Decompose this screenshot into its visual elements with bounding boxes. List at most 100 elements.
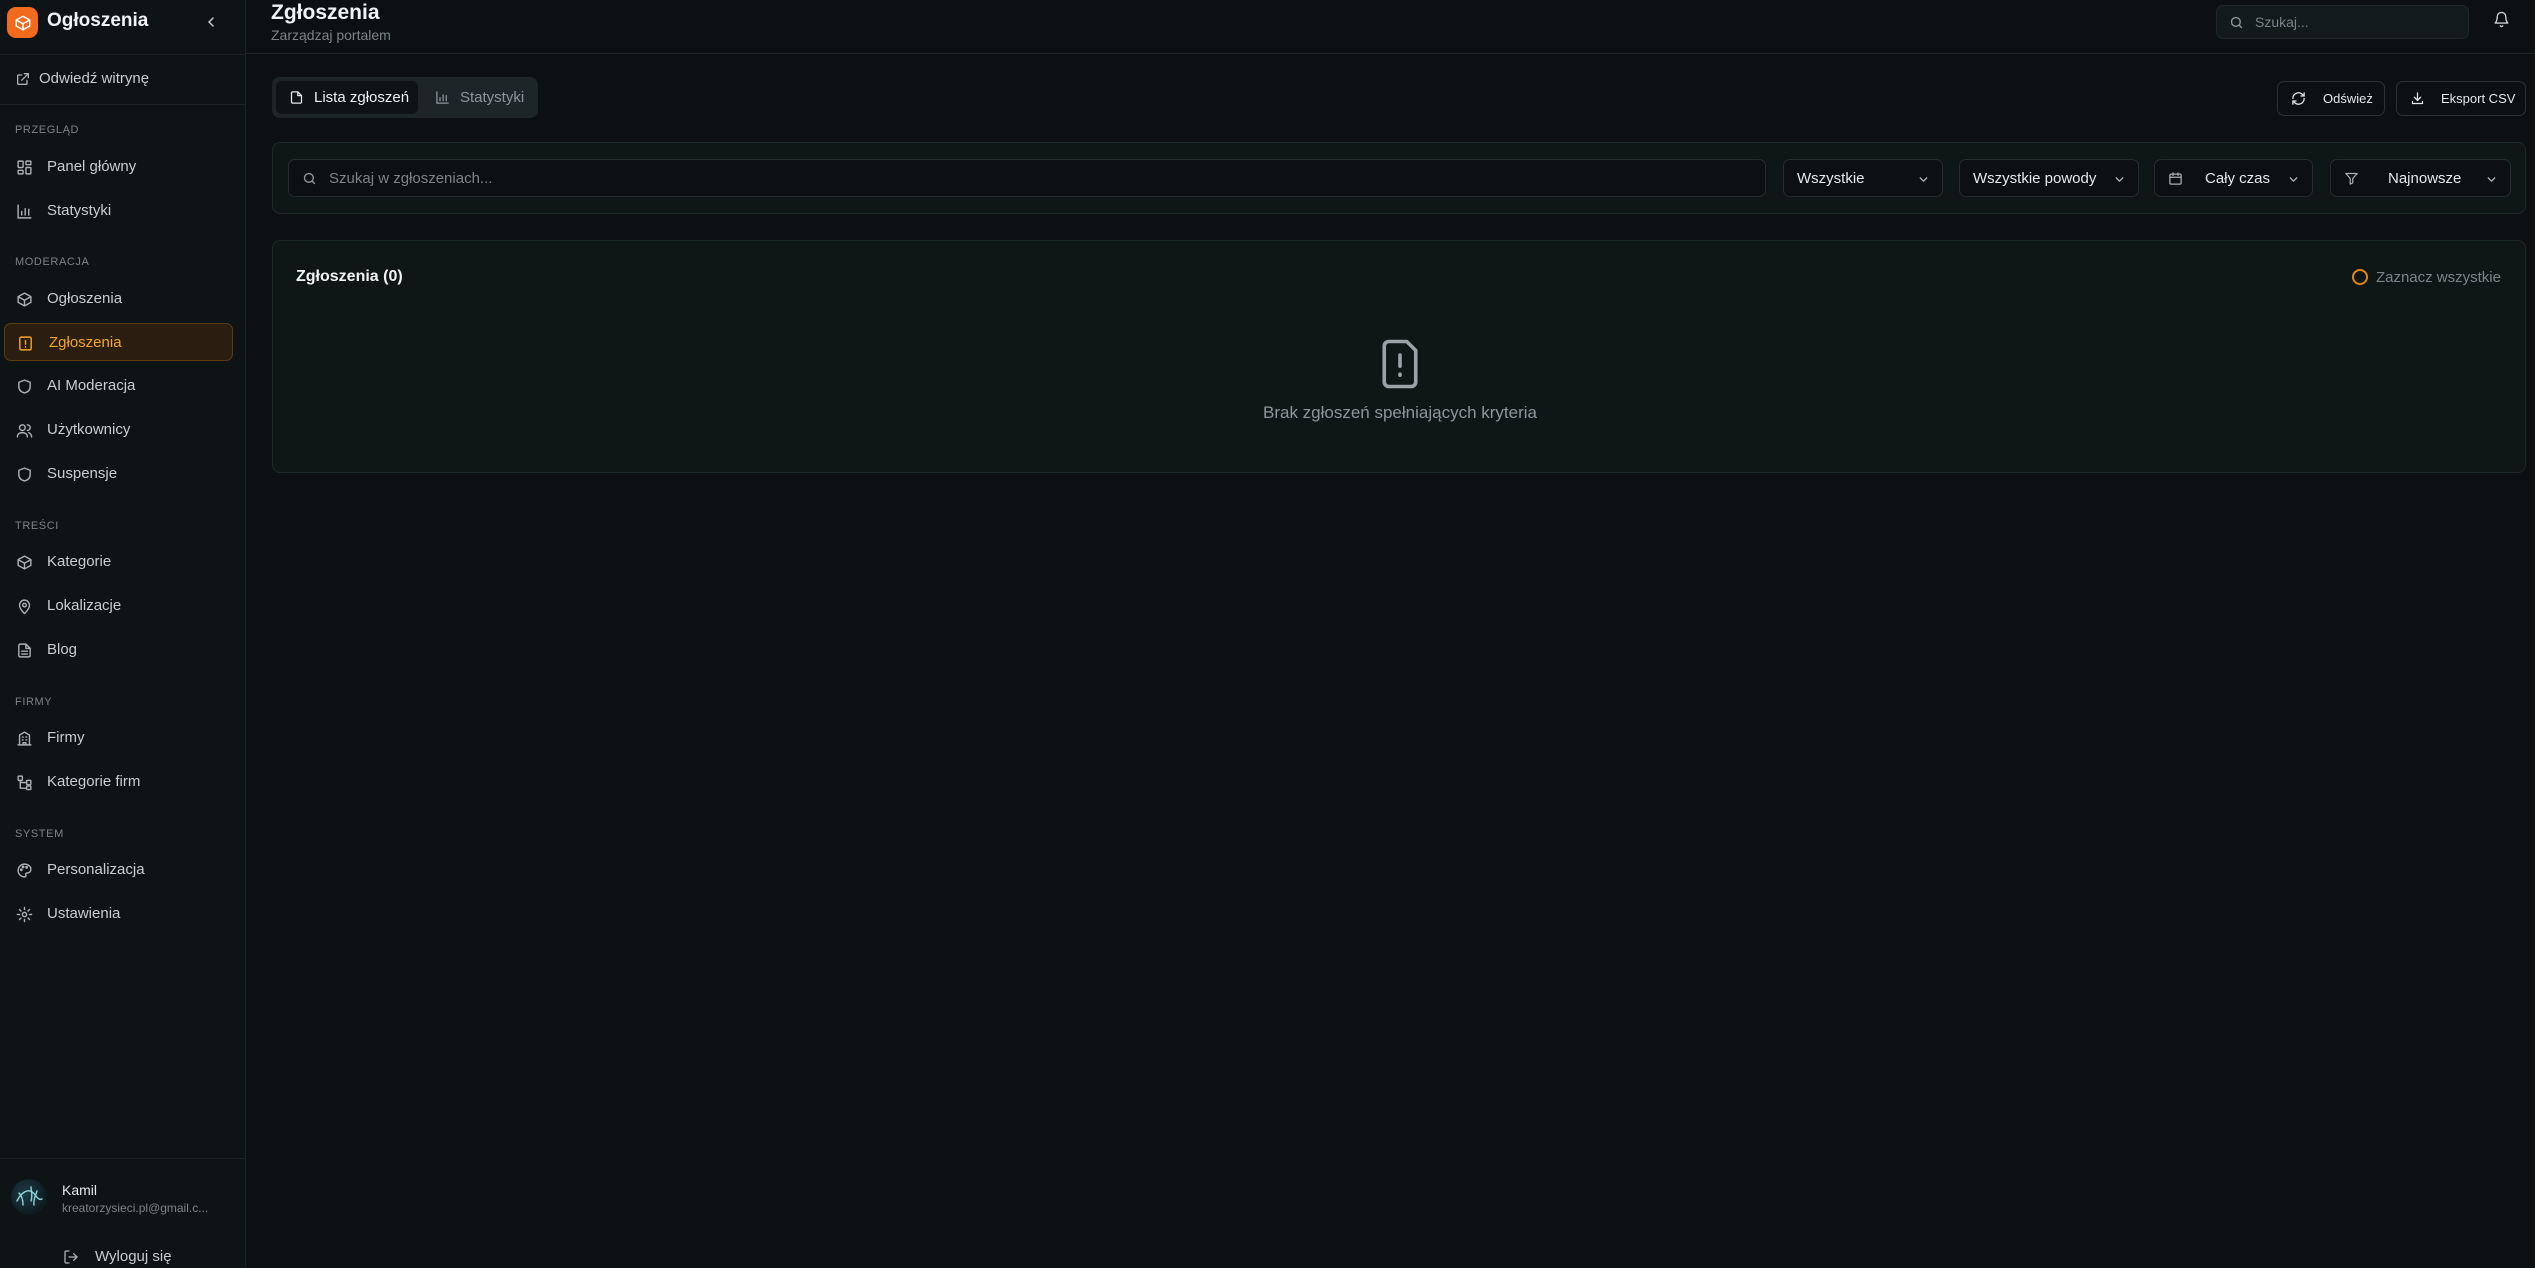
- bell-icon: [2493, 11, 2515, 28]
- sidebar: Ogłoszenia Odwiedź witrynę PRZEGLĄD Pane…: [0, 0, 246, 1268]
- top-header: Zgłoszenia Zarządzaj portalem: [246, 0, 2535, 54]
- network-icon: [16, 774, 33, 791]
- chevron-left-icon: [203, 14, 219, 30]
- calendar-icon: [2168, 171, 2183, 186]
- search-icon: [2229, 15, 2244, 30]
- sidebar-item-personalization[interactable]: Personalizacja: [4, 851, 233, 889]
- select-all-radio[interactable]: [2351, 269, 2368, 285]
- avatar[interactable]: [11, 1179, 47, 1215]
- user-email: kreatorzysieci.pl@gmail.c...: [62, 1201, 209, 1215]
- palette-icon: [16, 862, 33, 879]
- empty-state-message: Brak zgłoszeń spełniających kryteria: [1262, 403, 1537, 422]
- search-icon: [302, 171, 317, 186]
- section-title-content: TREŚCI: [15, 520, 59, 532]
- notifications-button[interactable]: [2493, 11, 2515, 33]
- shield-icon: [16, 466, 33, 483]
- visit-site-label: Odwiedź witrynę: [39, 70, 150, 87]
- tab-label: Lista zgłoszeń: [314, 89, 410, 106]
- building-icon: [16, 730, 33, 747]
- sidebar-item-settings[interactable]: Ustawienia: [4, 895, 233, 933]
- select-all-toggle[interactable]: Zaznacz wszystkie: [2351, 267, 2501, 287]
- sidebar-item-categories[interactable]: Kategorie: [4, 543, 233, 581]
- sidebar-item-label: Blog: [47, 641, 78, 658]
- sort-select-value: Najnowsze: [2388, 170, 2462, 187]
- sidebar-item-label: Lokalizacje: [47, 597, 122, 614]
- tab-report-list[interactable]: Lista zgłoszeń: [276, 81, 418, 114]
- sidebar-item-firm-categories[interactable]: Kategorie firm: [4, 763, 233, 801]
- package-icon: [16, 554, 33, 571]
- shield-icon: [16, 378, 33, 395]
- chevron-down-icon: [2113, 173, 2126, 186]
- users-icon: [16, 422, 33, 439]
- section-title-system: SYSTEM: [15, 828, 64, 840]
- sidebar-item-label: AI Moderacja: [47, 377, 136, 394]
- tab-label: Statystyki: [460, 89, 525, 106]
- gear-icon: [16, 906, 33, 923]
- report-search-input[interactable]: [329, 160, 1749, 196]
- global-search-input[interactable]: [2255, 6, 2460, 38]
- page-title: Zgłoszenia: [271, 1, 380, 24]
- file-warning-icon: [1373, 337, 1427, 391]
- divider: [0, 104, 245, 105]
- layout-grid-icon: [16, 159, 33, 176]
- file-warning-icon: [17, 335, 34, 352]
- reason-select-value: Wszystkie powody: [1973, 170, 2097, 187]
- sidebar-collapse-button[interactable]: [200, 11, 222, 33]
- filter-icon: [2344, 171, 2359, 186]
- period-select[interactable]: Cały czas: [2154, 159, 2313, 197]
- sidebar-item-reports[interactable]: Zgłoszenia: [4, 323, 233, 361]
- sidebar-item-label: Personalizacja: [47, 861, 145, 878]
- status-select-value: Wszystkie: [1797, 170, 1865, 187]
- status-select[interactable]: Wszystkie: [1783, 159, 1943, 197]
- section-title-companies: FIRMY: [15, 696, 53, 708]
- log-out-icon: [63, 1249, 79, 1265]
- brand: Ogłoszenia: [0, 0, 245, 44]
- sort-select[interactable]: Najnowsze: [2330, 159, 2511, 197]
- user-name: Kamil: [62, 1182, 98, 1198]
- sidebar-item-label: Statystyki: [47, 202, 112, 219]
- refresh-label: Odśwież: [2323, 91, 2373, 106]
- sidebar-item-label: Panel główny: [47, 158, 137, 175]
- report-search: [288, 159, 1766, 197]
- export-csv-button[interactable]: Eksport CSV: [2396, 81, 2526, 116]
- sidebar-item-label: Zgłoszenia: [49, 334, 122, 351]
- export-csv-label: Eksport CSV: [2441, 91, 2516, 106]
- tab-statistics[interactable]: Statystyki: [422, 81, 534, 114]
- sidebar-item-label: Ogłoszenia: [47, 290, 123, 307]
- sidebar-item-label: Suspensje: [47, 465, 118, 482]
- download-icon: [2410, 91, 2425, 106]
- sidebar-item-users[interactable]: Użytkownicy: [4, 411, 233, 449]
- file-text-icon: [16, 642, 33, 659]
- sidebar-item-blog[interactable]: Blog: [4, 631, 233, 669]
- sidebar-item-ai-moderation[interactable]: AI Moderacja: [4, 367, 233, 405]
- refresh-button[interactable]: Odśwież: [2277, 81, 2385, 116]
- package-icon: [16, 291, 33, 308]
- logout-button[interactable]: Wyloguj się: [0, 1245, 245, 1268]
- chevron-down-icon: [2485, 173, 2498, 186]
- sidebar-item-listings[interactable]: Ogłoszenia: [4, 280, 233, 318]
- sidebar-item-label: Ustawienia: [47, 905, 121, 922]
- chevron-down-icon: [1917, 173, 1930, 186]
- visit-site-link[interactable]: Odwiedź witrynę: [0, 64, 245, 94]
- sidebar-item-label: Kategorie: [47, 553, 112, 570]
- brand-logo[interactable]: [7, 7, 38, 38]
- package-icon: [14, 14, 32, 32]
- tab-bar: Lista zgłoszeń Statystyki: [272, 77, 538, 118]
- sidebar-item-label: Kategorie firm: [47, 773, 141, 790]
- sidebar-item-label: Firmy: [47, 729, 85, 746]
- app-root: Ogłoszenia Odwiedź witrynę PRZEGLĄD Pane…: [0, 0, 2535, 1268]
- sidebar-item-statistics[interactable]: Statystyki: [4, 192, 233, 230]
- brand-name: Ogłoszenia: [47, 10, 149, 31]
- sidebar-item-dashboard[interactable]: Panel główny: [4, 148, 233, 186]
- period-select-value: Cały czas: [2205, 170, 2271, 187]
- bar-chart-icon: [435, 90, 450, 105]
- sidebar-item-locations[interactable]: Lokalizacje: [4, 587, 233, 625]
- reports-panel: Zgłoszenia (0) Zaznacz wszystkie Brak zg…: [272, 240, 2526, 473]
- reason-select[interactable]: Wszystkie powody: [1959, 159, 2139, 197]
- sidebar-item-suspensions[interactable]: Suspensje: [4, 455, 233, 493]
- sidebar-item-firms[interactable]: Firmy: [4, 719, 233, 757]
- select-all-label: Zaznacz wszystkie: [2375, 268, 2501, 286]
- filter-panel: Wszystkie Wszystkie powody Cały czas: [272, 142, 2526, 214]
- refresh-icon: [2291, 91, 2306, 106]
- page-subtitle: Zarządzaj portalem: [271, 27, 391, 43]
